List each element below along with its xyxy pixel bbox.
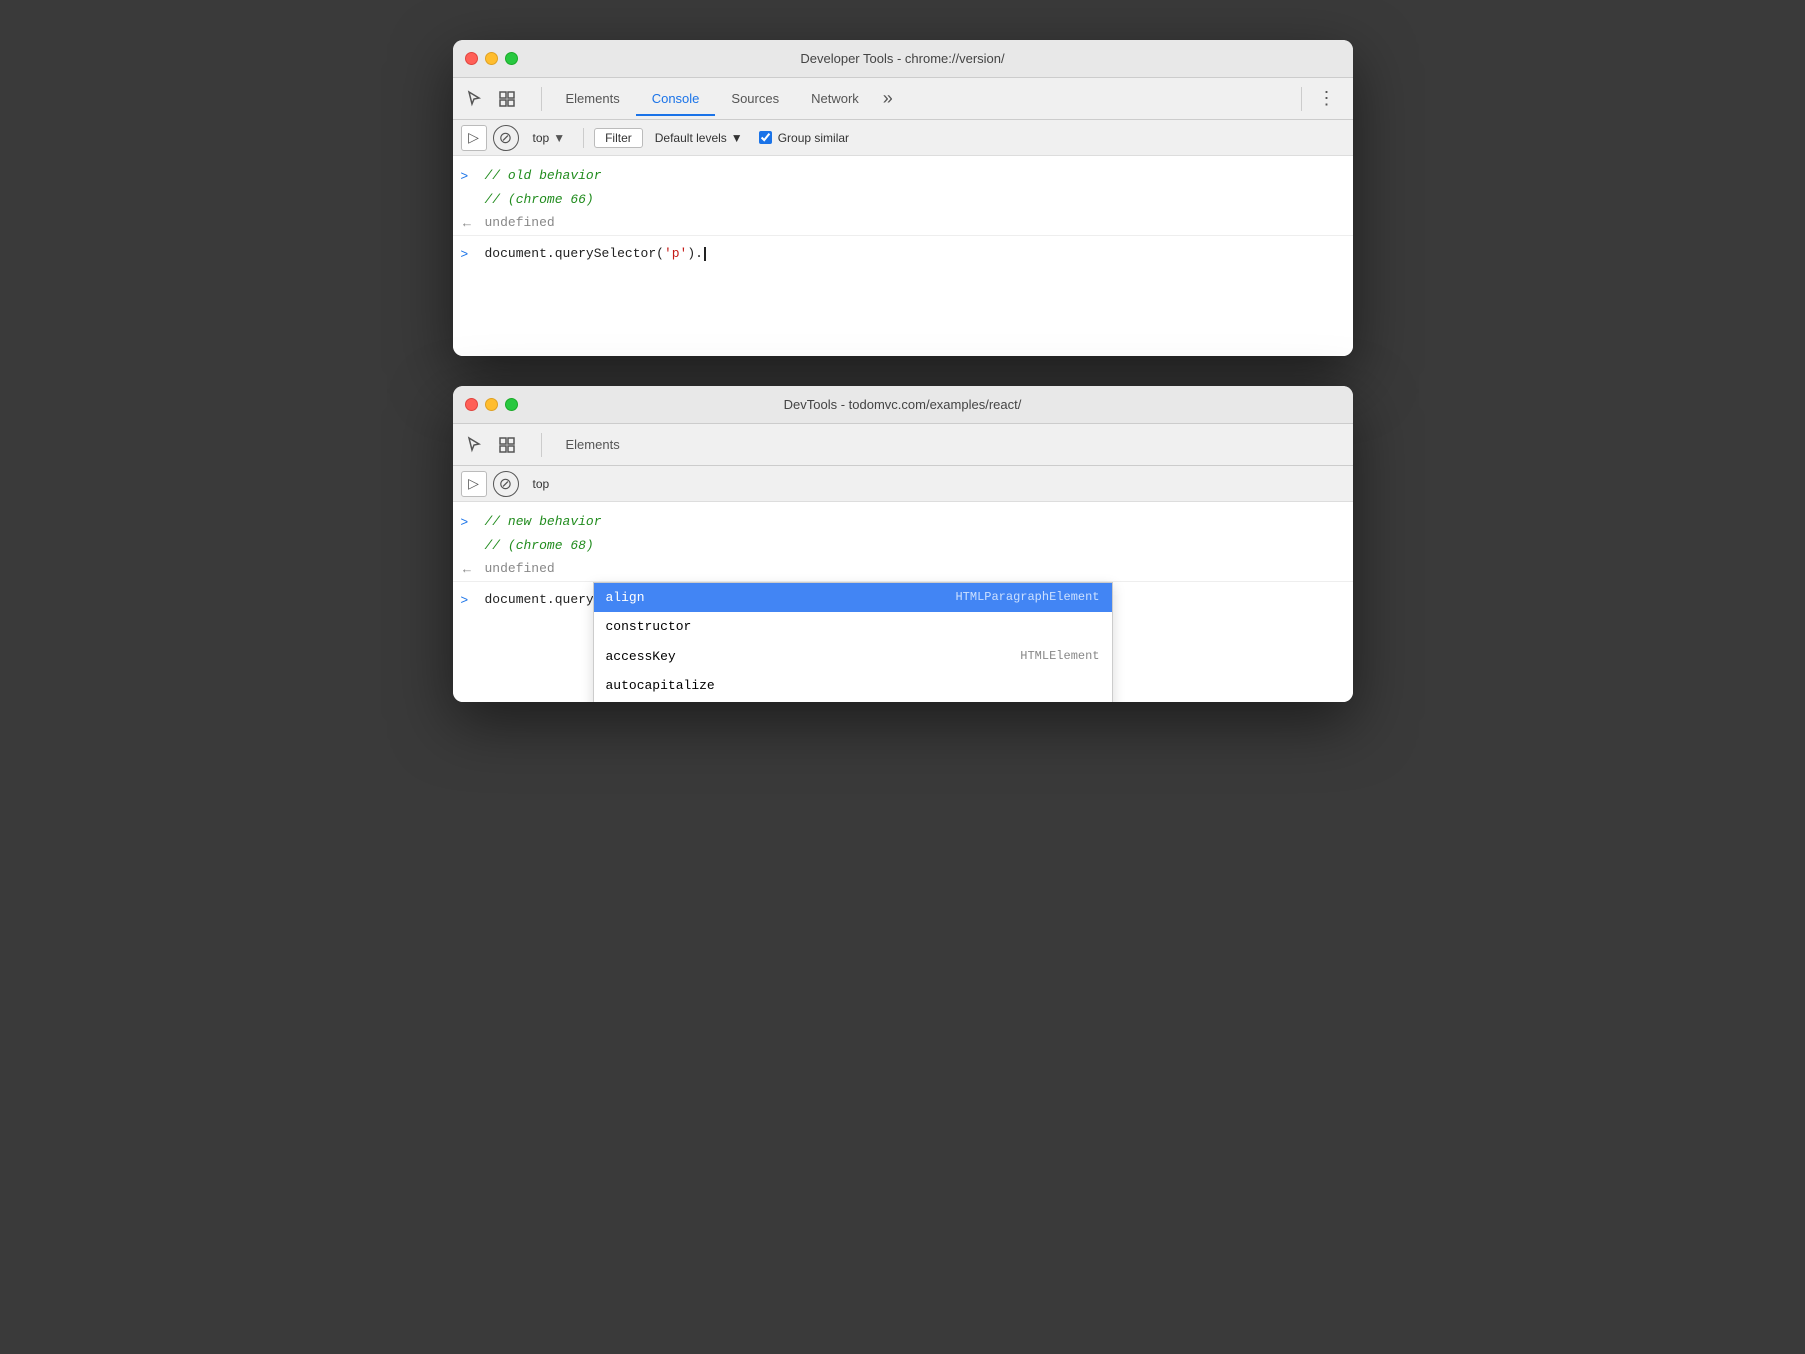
cursor-icon-2[interactable] [461, 431, 489, 459]
cursor-icon[interactable] [461, 85, 489, 113]
traffic-lights-1 [465, 52, 518, 65]
console-line-1: > // old behavior [453, 164, 1353, 188]
maximize-button-1[interactable] [505, 52, 518, 65]
console-line-2: // (chrome 66) [453, 188, 1353, 212]
prompt-8: > [461, 590, 477, 610]
close-button-1[interactable] [465, 52, 478, 65]
tabs-2: Elements [550, 427, 1345, 462]
more-options-icon-1[interactable]: ⋮ [1310, 88, 1345, 109]
autocomplete-item-align[interactable]: align HTMLParagraphElement [594, 583, 1112, 613]
minimize-button-1[interactable] [485, 52, 498, 65]
tab-elements-2[interactable]: Elements [550, 427, 636, 462]
tab-separator-2 [541, 433, 542, 457]
tab-network-1[interactable]: Network [795, 81, 875, 116]
filter-btn-1[interactable]: Filter [594, 128, 643, 148]
tab-bar-icons-2 [461, 431, 521, 459]
tab-bar-icons-1 [461, 85, 521, 113]
console-toolbar-2: ▷ ⊘ top [453, 466, 1353, 502]
console-content-1: > // old behavior // (chrome 66) ← undef… [453, 156, 1353, 356]
clear-btn-1[interactable]: ⊘ [493, 125, 519, 151]
devtools-window-2: DevTools - todomvc.com/examples/react/ [453, 386, 1353, 702]
inspect-icon[interactable] [493, 85, 521, 113]
execute-btn-2[interactable]: ▷ [461, 471, 487, 497]
code-6: // (chrome 68) [485, 536, 594, 556]
tab-right-separator-1 [1301, 87, 1302, 111]
tab-bar-2: Elements [453, 424, 1353, 466]
console-input-line-1: > document.querySelector('p'). [453, 235, 1353, 266]
console-content-2: > // new behavior // (chrome 68) ← undef… [453, 502, 1353, 702]
prompt-5: > [461, 512, 477, 532]
tab-bar-1: Elements Console Sources Network » ⋮ [453, 78, 1353, 120]
group-similar-container-1: Group similar [759, 131, 849, 145]
console-line-5: // (chrome 68) [453, 534, 1353, 558]
window-title-2: DevTools - todomvc.com/examples/react/ [784, 397, 1022, 412]
clear-btn-2[interactable]: ⊘ [493, 471, 519, 497]
autocomplete-type-accesskey: HTMLElement [1020, 647, 1099, 665]
autocomplete-label-accesskey: accessKey [606, 647, 676, 667]
autocomplete-dropdown: align HTMLParagraphElement constructor a… [593, 582, 1113, 703]
autocomplete-item-blur[interactable]: blur [594, 701, 1112, 703]
console-input-line-2: > document.querySelector('p').align alig… [453, 581, 1353, 612]
window-title-1: Developer Tools - chrome://version/ [800, 51, 1004, 66]
tab-bar-right-1: ⋮ [1293, 87, 1345, 111]
group-similar-checkbox-1[interactable] [759, 131, 772, 144]
levels-btn-1[interactable]: Default levels ▼ [649, 129, 749, 147]
filter-separator-1 [583, 128, 584, 148]
prompt-7: ← [461, 559, 477, 579]
autocomplete-label-constructor: constructor [606, 617, 692, 637]
inspect-icon-2[interactable] [493, 431, 521, 459]
prompt-4: > [461, 244, 477, 264]
autocomplete-item-accesskey[interactable]: accessKey HTMLElement [594, 642, 1112, 672]
code-3: undefined [485, 213, 555, 233]
more-tabs-1[interactable]: » [875, 88, 901, 109]
execute-btn-1[interactable]: ▷ [461, 125, 487, 151]
code-5: // new behavior [485, 512, 602, 532]
tabs-1: Elements Console Sources Network » [550, 81, 1293, 116]
code-2: // (chrome 66) [485, 190, 594, 210]
prompt-3: ← [461, 213, 477, 233]
minimize-button-2[interactable] [485, 398, 498, 411]
close-button-2[interactable] [465, 398, 478, 411]
autocomplete-label-align: align [606, 588, 645, 608]
autocomplete-item-autocapitalize[interactable]: autocapitalize [594, 671, 1112, 701]
context-select-2[interactable]: top [525, 475, 558, 493]
tab-sources-1[interactable]: Sources [715, 81, 795, 116]
console-line-3: ← undefined [453, 211, 1353, 235]
prompt-1: > [461, 166, 477, 186]
autocomplete-label-autocapitalize: autocapitalize [606, 676, 715, 696]
title-bar-2: DevTools - todomvc.com/examples/react/ [453, 386, 1353, 424]
levels-chevron-1: ▼ [731, 131, 743, 145]
maximize-button-2[interactable] [505, 398, 518, 411]
autocomplete-type-align: HTMLParagraphElement [955, 588, 1099, 606]
autocomplete-item-constructor[interactable]: constructor [594, 612, 1112, 642]
code-4: document.querySelector('p'). [485, 244, 706, 264]
tab-separator-1 [541, 87, 542, 111]
console-line-4: > // new behavior [453, 510, 1353, 534]
context-chevron-1: ▼ [553, 131, 565, 145]
devtools-window-1: Developer Tools - chrome://version/ [453, 40, 1353, 356]
console-toolbar-1: ▷ ⊘ top ▼ Filter Default levels ▼ Group … [453, 120, 1353, 156]
tab-console-1[interactable]: Console [636, 81, 716, 116]
title-bar-1: Developer Tools - chrome://version/ [453, 40, 1353, 78]
traffic-lights-2 [465, 398, 518, 411]
code-1: // old behavior [485, 166, 602, 186]
console-line-6: ← undefined [453, 557, 1353, 581]
code-7: undefined [485, 559, 555, 579]
tab-elements-1[interactable]: Elements [550, 81, 636, 116]
context-select-1[interactable]: top ▼ [525, 129, 574, 147]
